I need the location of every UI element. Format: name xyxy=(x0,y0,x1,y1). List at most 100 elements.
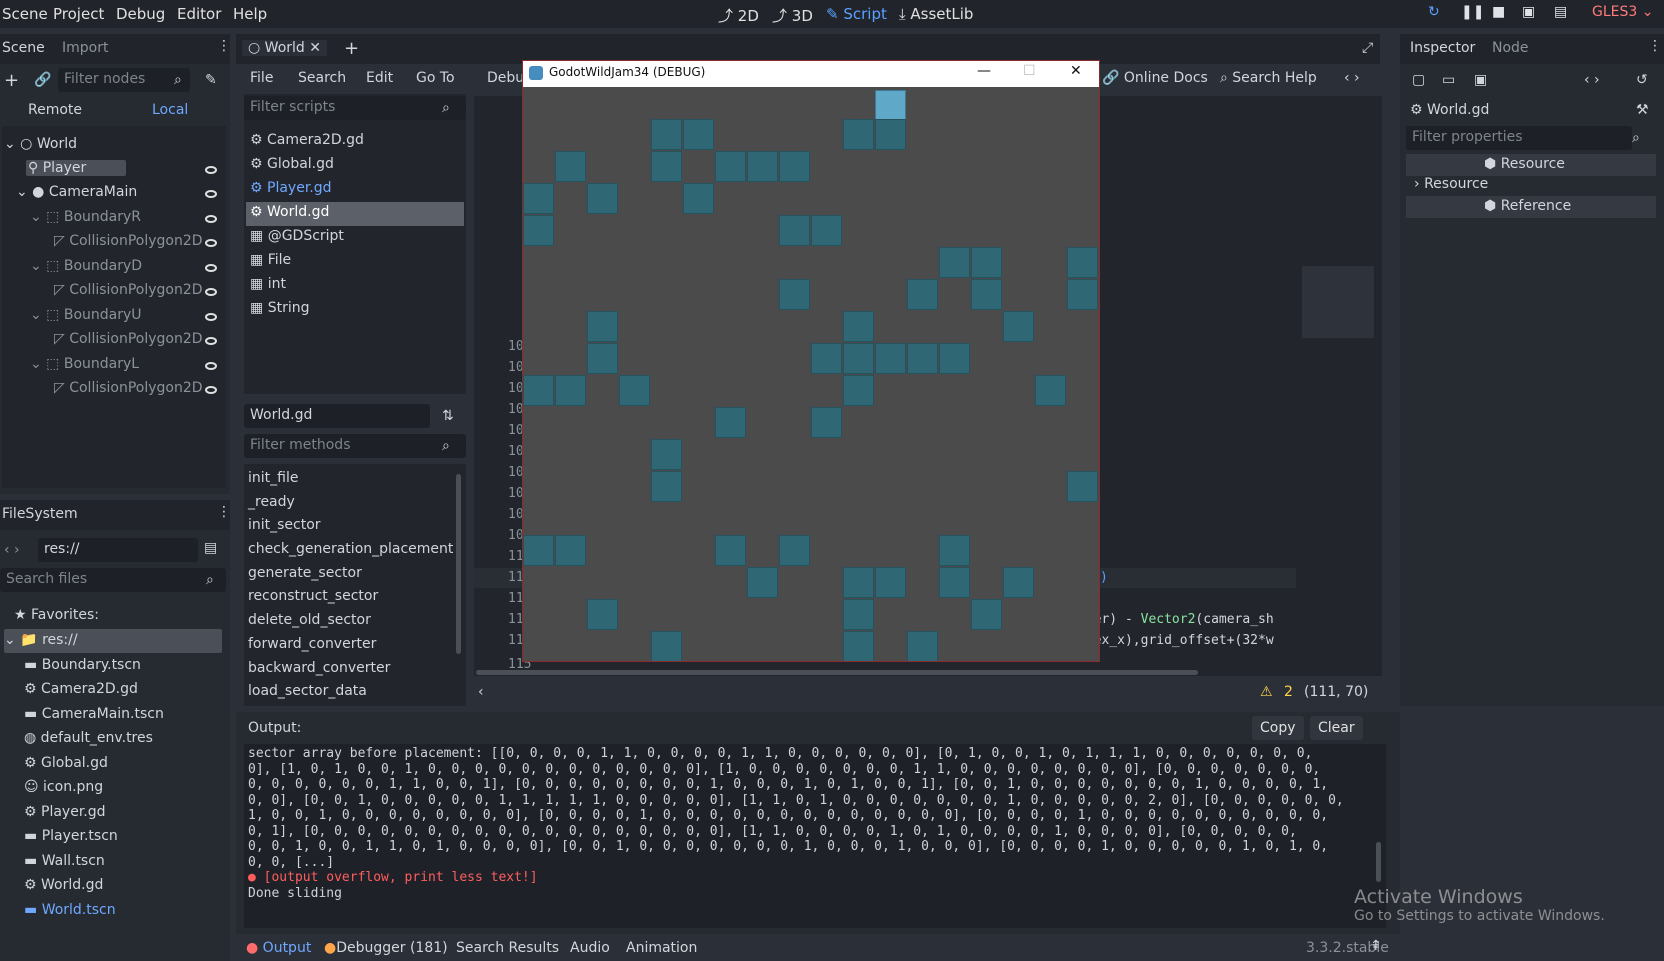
menu-project[interactable]: Project xyxy=(53,5,104,23)
tab-debugger[interactable]: ●Debugger (181) xyxy=(324,940,448,956)
sort-icon[interactable]: ⇅ xyxy=(442,408,454,424)
renderer-select[interactable]: GLES3 ⌄ xyxy=(1592,4,1653,20)
method-item[interactable]: check_generation_placement xyxy=(248,541,453,557)
back-icon[interactable]: ‹ › xyxy=(4,542,20,558)
output-log[interactable]: sector array before placement: [[0, 0, 0… xyxy=(244,744,1386,928)
file-item[interactable]: ⚙ World.gd xyxy=(24,877,103,893)
open-folder-icon[interactable]: ▭ xyxy=(1442,72,1455,88)
visibility-eye-icon[interactable] xyxy=(205,358,217,374)
script-item-selected[interactable]: ⚙ World.gd xyxy=(250,204,329,220)
output-scrollbar[interactable] xyxy=(1376,842,1381,882)
tree-node-collision[interactable]: ◸ CollisionPolygon2D xyxy=(54,380,203,396)
play-scene-icon[interactable]: ▣ xyxy=(1522,4,1535,20)
path-input[interactable]: res:// xyxy=(38,538,198,562)
horizontal-scrollbar[interactable] xyxy=(476,670,1198,675)
fullscreen-icon[interactable]: ⤢ xyxy=(1362,40,1373,56)
menu-scene[interactable]: Scene xyxy=(2,5,48,23)
tab-scene[interactable]: Scene xyxy=(2,40,45,56)
file-item[interactable]: ▬ Boundary.tscn xyxy=(24,657,141,673)
local-button[interactable]: Local xyxy=(152,102,188,118)
tree-node-boundaryd[interactable]: ⌄ ⬚ BoundaryD xyxy=(30,258,142,274)
tree-node-world[interactable]: ⌄ ○ World xyxy=(4,136,77,152)
visibility-eye-icon[interactable] xyxy=(205,235,217,251)
minimize-icon[interactable]: — xyxy=(977,63,991,79)
warning-icon[interactable]: ⚠ xyxy=(1260,684,1273,700)
minimap-viewport[interactable] xyxy=(1302,266,1374,338)
file-item[interactable]: ⚙ Camera2D.gd xyxy=(24,681,138,697)
code-minimap[interactable] xyxy=(1298,96,1374,656)
menu-help[interactable]: Help xyxy=(233,5,267,23)
method-item[interactable]: delete_old_sector xyxy=(248,612,371,628)
visibility-eye-icon[interactable] xyxy=(205,382,217,398)
stop-icon[interactable]: ■ xyxy=(1492,4,1505,20)
maximize-icon[interactable]: ☐ xyxy=(1023,63,1036,79)
link-icon[interactable]: 🔗 xyxy=(34,72,51,88)
add-node-icon[interactable]: + xyxy=(4,70,19,91)
favorites-item[interactable]: ★ Favorites: xyxy=(14,607,99,623)
method-item[interactable]: reconstruct_sector xyxy=(248,588,378,604)
script-menu-file[interactable]: File xyxy=(250,70,273,86)
script-item[interactable]: ⚙ Player.gd xyxy=(250,180,332,196)
new-resource-icon[interactable]: ▢ xyxy=(1412,72,1425,88)
file-item[interactable]: ▬ World.tscn xyxy=(24,902,116,918)
game-viewport[interactable] xyxy=(523,87,1099,661)
method-item[interactable]: backward_converter xyxy=(248,660,390,676)
visibility-eye-icon[interactable] xyxy=(205,284,217,300)
file-item[interactable]: ▬ Player.tscn xyxy=(24,828,118,844)
script-item[interactable]: ⚙ Camera2D.gd xyxy=(250,132,364,148)
expand-panel-icon[interactable]: ⇞ xyxy=(1370,938,1382,954)
search-files-input[interactable]: Search files xyxy=(0,568,226,592)
doc-item[interactable]: ▦ File xyxy=(250,252,291,268)
method-item[interactable]: _ready xyxy=(248,494,295,510)
copy-button[interactable]: Copy xyxy=(1252,716,1304,740)
clear-button[interactable]: Clear xyxy=(1310,716,1363,740)
menu-debug[interactable]: Debug xyxy=(116,5,165,23)
folder-res[interactable]: ⌄ 📁 res:// xyxy=(4,632,78,648)
remote-button[interactable]: Remote xyxy=(28,102,82,118)
filter-properties-input[interactable]: Filter properties xyxy=(1406,126,1632,150)
save-icon[interactable]: ▣ xyxy=(1474,72,1487,88)
file-item[interactable]: ▬ Wall.tscn xyxy=(24,853,105,869)
search-help-button[interactable]: ⌕ Search Help xyxy=(1220,70,1317,86)
method-item[interactable]: forward_converter xyxy=(248,636,376,652)
script-menu-search[interactable]: Search xyxy=(298,70,346,86)
tab-search-results[interactable]: Search Results xyxy=(456,940,559,956)
visibility-eye-icon[interactable] xyxy=(205,260,217,276)
file-item[interactable]: ▬ CameraMain.tscn xyxy=(24,706,164,722)
workspace-3d-button[interactable]: ⤴ 3D xyxy=(772,5,813,26)
file-item[interactable]: ◍ default_env.tres xyxy=(24,730,153,746)
menu-editor[interactable]: Editor xyxy=(177,5,221,23)
file-item[interactable]: ☺ icon.png xyxy=(24,779,103,795)
method-scrollbar[interactable] xyxy=(456,474,461,654)
game-debug-window[interactable]: GodotWildJam34 (DEBUG) — ☐ ✕ xyxy=(522,60,1100,662)
doc-item[interactable]: ▦ @GDScript xyxy=(250,228,344,244)
history-icon[interactable]: ↺ xyxy=(1636,72,1648,88)
tree-node-boundaryl[interactable]: ⌄ ⬚ BoundaryL xyxy=(30,356,139,372)
tab-output[interactable]: ● Output xyxy=(246,940,311,956)
tree-node-collision[interactable]: ◸ CollisionPolygon2D xyxy=(54,233,203,249)
resource-subsection[interactable]: › Resource xyxy=(1414,176,1488,192)
tree-node-collision[interactable]: ◸ CollisionPolygon2D xyxy=(54,282,203,298)
tree-node-collision[interactable]: ◸ CollisionPolygon2D xyxy=(54,331,203,347)
toggle-scripts-icon[interactable]: ‹ xyxy=(478,684,484,700)
filter-nodes-input[interactable]: Filter nodes xyxy=(58,68,190,92)
close-icon[interactable]: ✕ xyxy=(1070,63,1082,79)
filter-methods-input[interactable]: Filter methods xyxy=(244,434,466,458)
online-docs-button[interactable]: 🔗 Online Docs xyxy=(1102,70,1208,86)
script-menu-edit[interactable]: Edit xyxy=(366,70,393,86)
tab-inspector[interactable]: Inspector xyxy=(1410,40,1475,56)
toggle-view-icon[interactable]: ▤ xyxy=(204,540,217,556)
visibility-eye-icon[interactable] xyxy=(205,333,217,349)
tree-node-cameramain[interactable]: ⌄ ● CameraMain xyxy=(16,184,137,200)
play-custom-icon[interactable]: ▤ xyxy=(1554,4,1567,20)
add-tab-icon[interactable]: + xyxy=(344,38,359,59)
doc-item[interactable]: ▦ int xyxy=(250,276,286,292)
doc-item[interactable]: ▦ String xyxy=(250,300,309,316)
reload-icon[interactable]: ↻ xyxy=(1428,4,1440,20)
workspace-assetlib-button[interactable]: ⤓ AssetLib xyxy=(899,5,973,23)
script-menu-goto[interactable]: Go To xyxy=(416,70,455,86)
visibility-eye-icon[interactable] xyxy=(205,186,217,202)
file-item[interactable]: ⚙ Player.gd xyxy=(24,804,106,820)
visibility-eye-icon[interactable] xyxy=(205,309,217,325)
menu-dots-icon[interactable]: ⋮ xyxy=(217,504,231,520)
